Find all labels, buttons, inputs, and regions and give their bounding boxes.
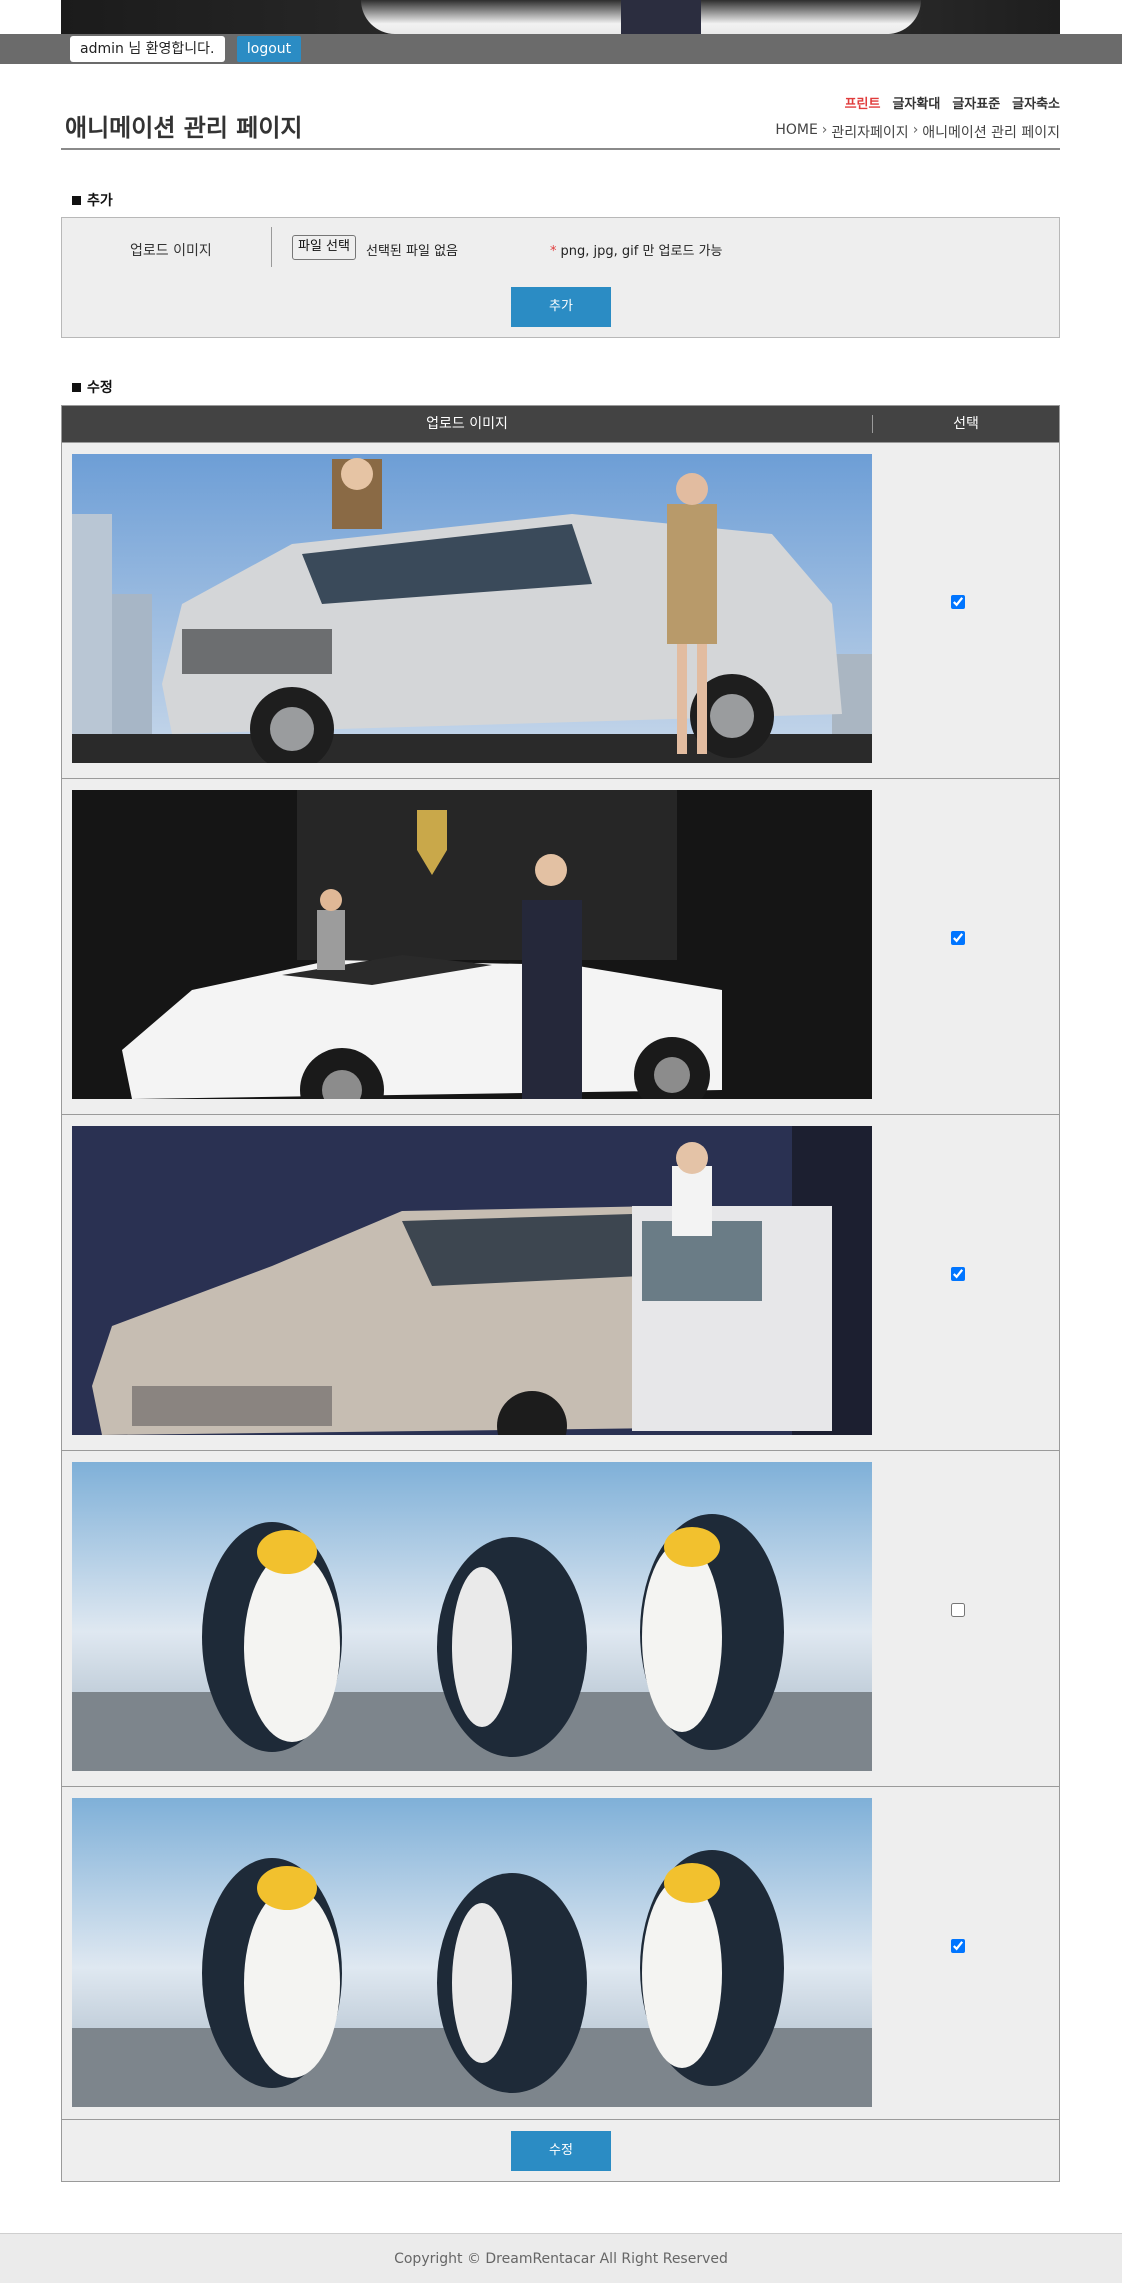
add-button[interactable]: 추가	[511, 287, 611, 327]
banner-person	[621, 0, 701, 34]
table-header: 업로드 이미지 선택	[62, 406, 1059, 442]
table-row	[62, 778, 1059, 1114]
square-bullet-icon	[72, 383, 81, 392]
footer: Copyright © DreamRentacar All Right Rese…	[0, 2233, 1122, 2283]
edit-actions: 수정	[62, 2119, 1059, 2181]
image-table: 업로드 이미지 선택 수정	[61, 405, 1060, 2182]
upload-note: * png, jpg, gif 만 업로드 가능	[550, 244, 723, 259]
header-divider	[61, 148, 1060, 150]
penguins-image	[72, 1798, 872, 2107]
column-header-image: 업로드 이미지	[426, 416, 508, 432]
select-checkbox[interactable]	[951, 1267, 965, 1281]
font-normal-button[interactable]: 글자표준	[952, 93, 1000, 112]
field-divider	[271, 227, 272, 267]
table-row	[62, 1450, 1059, 1786]
breadcrumb: HOME › 관리자페이지 › 애니메이션 관리 페이지	[775, 122, 1060, 142]
ford-explorer-image	[72, 454, 872, 763]
page-title: 애니메이션 관리 페이지	[65, 114, 303, 142]
penguins-image	[72, 1462, 872, 1771]
text-utilities: 프린트 글자확대 글자표준 글자축소	[845, 93, 1060, 112]
file-choose-button[interactable]: 파일 선택	[292, 235, 356, 260]
font-shrink-button[interactable]: 글자축소	[1012, 93, 1060, 112]
copyright-text: Copyright © DreamRentacar All Right Rese…	[394, 2251, 728, 2267]
top-banner-image	[61, 0, 1060, 34]
peugeot-208-image	[72, 1126, 872, 1435]
logout-button[interactable]: logout	[237, 36, 301, 62]
add-form: 업로드 이미지 파일 선택 선택된 파일 없음 * png, jpg, gif 만…	[61, 217, 1060, 338]
add-section-title: 추가	[72, 190, 113, 210]
table-row	[62, 1114, 1059, 1450]
breadcrumb-home[interactable]: HOME	[775, 122, 817, 142]
lamborghini-image	[72, 790, 872, 1099]
page: admin 님 환영합니다. logout 애니메이션 관리 페이지 프린트 글…	[0, 0, 1122, 2283]
column-header-select: 선택	[953, 416, 979, 432]
edit-button[interactable]: 수정	[511, 2131, 611, 2171]
breadcrumb-current: 애니메이션 관리 페이지	[922, 125, 1060, 141]
chevron-right-icon: ›	[821, 122, 828, 138]
select-checkbox[interactable]	[951, 931, 965, 945]
print-button[interactable]: 프린트	[845, 93, 881, 112]
file-status: 선택된 파일 없음	[366, 244, 458, 259]
square-bullet-icon	[72, 196, 81, 205]
select-checkbox[interactable]	[951, 1603, 965, 1617]
breadcrumb-admin[interactable]: 관리자페이지	[831, 122, 908, 142]
table-row	[62, 442, 1059, 778]
font-enlarge-button[interactable]: 글자확대	[892, 93, 940, 112]
welcome-message: admin 님 환영합니다.	[70, 36, 225, 62]
required-star-icon: *	[550, 244, 557, 259]
select-checkbox[interactable]	[951, 1939, 965, 1953]
chevron-right-icon: ›	[912, 122, 919, 138]
table-row	[62, 1786, 1059, 2122]
edit-section-title: 수정	[72, 377, 113, 397]
upload-image-label: 업로드 이미지	[130, 243, 212, 259]
select-checkbox[interactable]	[951, 595, 965, 609]
